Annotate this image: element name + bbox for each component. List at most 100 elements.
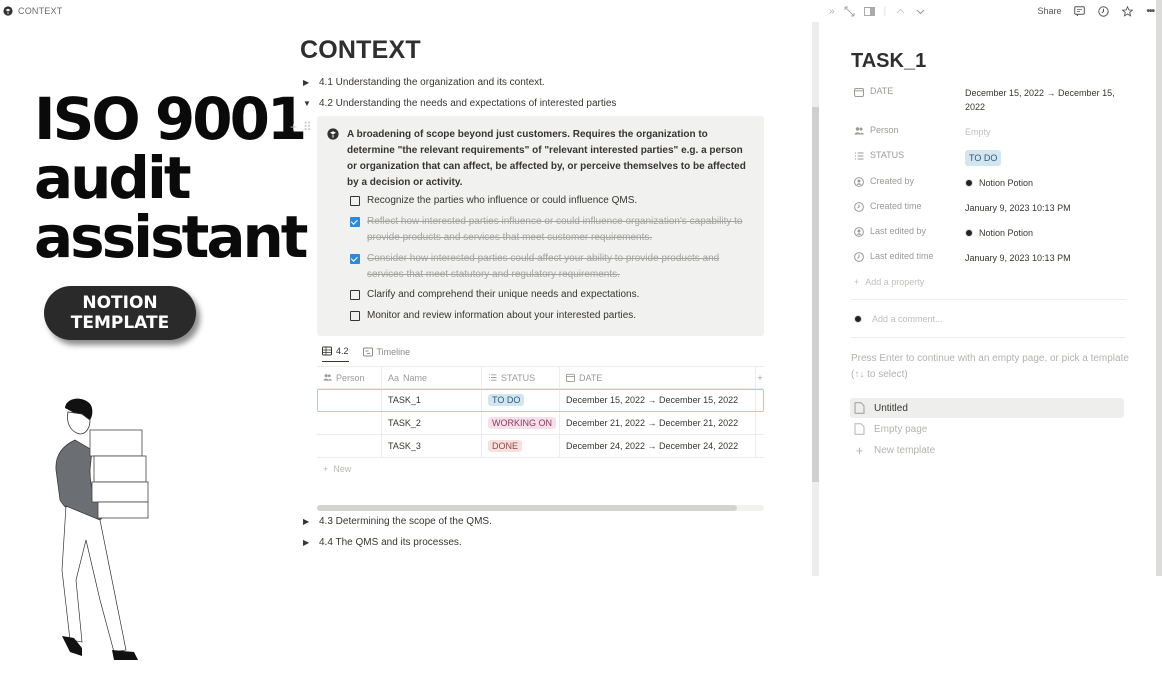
todo-item[interactable]: Reflect how interested parties influence… [350,214,750,246]
property-date[interactable]: DATE December 15, 2022 → December 15, 20… [854,86,1125,114]
cell-person[interactable] [317,435,382,457]
column-header-status[interactable]: STATUS [482,367,560,388]
calendar-icon [854,88,864,97]
todo-item[interactable]: Recognize the parties who influence or c… [350,193,750,209]
status-tag: TO DO [965,150,1002,166]
todo-text: Clarify and comprehend their unique need… [367,289,640,300]
toggle-collapsed-icon[interactable]: ▶ [303,78,311,87]
property-value[interactable]: Notion Potion [965,226,1125,240]
property-last-edited-by[interactable]: Last edited by Notion Potion [854,226,1125,240]
scrollbar-thumb[interactable] [317,505,737,511]
collapse-icon[interactable]: » [829,6,835,17]
table-row[interactable]: TASK_1 TO DO December 15, 2022 → Decembe… [317,389,764,412]
add-block-icon[interactable]: + [290,120,297,134]
add-property-button[interactable]: + Add a property [854,277,1054,287]
column-label: DATE [579,372,603,383]
template-option-empty-page[interactable]: Empty page [850,419,1124,439]
property-status[interactable]: STATUS TO DO [854,150,1125,166]
row-name: TASK_3 [388,441,421,451]
block-handle[interactable]: + ⠿ [290,120,312,134]
property-value[interactable]: December 15, 2022 → December 15, 2022 [965,86,1125,114]
toggle-4-1[interactable]: ▶ 4.1 Understanding the organization and… [303,77,545,88]
column-header-person[interactable]: Person [317,367,382,388]
divider [851,299,1126,300]
user-name: Notion Potion [979,228,1034,238]
cell-name[interactable]: TASK_3 [382,435,482,457]
comment-icon[interactable] [1074,5,1086,17]
scrollbar-thumb[interactable] [812,107,819,482]
plus-icon: + [855,442,864,458]
cell-date[interactable]: December 21, 2022 → December 21, 2022 [560,412,756,434]
cell-empty [756,435,764,457]
promo-title: ISO 9001 audit assistant [34,90,308,267]
table-icon [322,346,332,356]
checkbox-checked[interactable] [350,217,360,227]
share-button[interactable]: Share [1037,6,1061,16]
cell-status[interactable]: TO DO [482,389,560,411]
badge-line: TEMPLATE [70,313,170,333]
user-name: Notion Potion [979,178,1034,188]
checkbox[interactable] [350,290,360,300]
todo-item[interactable]: Consider how interested parties could af… [350,251,750,283]
property-value: January 9, 2023 10:13 PM [965,203,1071,213]
cell-status[interactable]: DONE [482,435,560,457]
property-value[interactable]: TO DO [965,150,1125,166]
tab-view-timeline[interactable]: Timeline [362,346,410,362]
cell-person[interactable] [317,412,382,434]
horizontal-scrollbar[interactable] [317,505,764,511]
peek-vertical-scrollbar[interactable] [1156,0,1162,576]
plus-icon: + [323,464,329,474]
peek-page-title[interactable]: TASK_1 [851,50,926,73]
new-template-button[interactable]: + New template [850,440,1124,460]
property-last-edited-time[interactable]: Last edited time January 9, 2023 10:13 P… [854,251,1125,265]
todo-item[interactable]: Monitor and review information about you… [350,308,750,324]
people-icon [323,374,332,381]
property-value[interactable]: Empty [965,125,1125,139]
star-icon[interactable] [1122,5,1134,17]
down-icon[interactable] [915,6,926,17]
up-icon[interactable] [895,6,906,17]
cell-date[interactable]: December 24, 2022 → December 24, 2022 [560,435,756,457]
new-row-button[interactable]: + New [317,458,764,480]
todo-item[interactable]: Clarify and comprehend their unique need… [350,287,750,303]
property-value[interactable]: Notion Potion [965,176,1125,190]
toggle-collapsed-icon[interactable]: ▶ [303,538,311,547]
cell-name[interactable]: TASK_2 [382,412,482,434]
history-icon[interactable] [1098,5,1110,17]
todo-text: Consider how interested parties could af… [367,253,720,280]
toggle-expanded-icon[interactable]: ▼ [303,99,311,108]
main-vertical-scrollbar[interactable] [812,22,819,576]
clock-icon [854,202,864,212]
cell-name[interactable]: TASK_1 [382,389,482,411]
cube-icon [3,6,13,16]
add-column-button[interactable]: + [756,367,764,388]
property-created-time[interactable]: Created time January 9, 2023 10:13 PM [854,201,1125,215]
breadcrumb[interactable]: CONTEXT [0,0,62,22]
table-row[interactable]: TASK_2 WORKING ON December 21, 2022 → De… [317,412,764,435]
expand-icon[interactable] [844,6,855,17]
table-row[interactable]: TASK_3 DONE December 24, 2022 → December… [317,435,764,458]
cell-person[interactable] [317,389,382,411]
toggle-4-3[interactable]: ▶ 4.3 Determining the scope of the QMS. [303,516,492,527]
toggle-collapsed-icon[interactable]: ▶ [303,517,311,526]
list-icon [488,374,497,381]
cell-status[interactable]: WORKING ON [482,412,560,434]
checkbox[interactable] [350,196,360,206]
property-person[interactable]: Person Empty [854,125,1125,139]
property-created-by[interactable]: Created by Notion Potion [854,176,1125,190]
checkbox-checked[interactable] [350,254,360,264]
more-icon[interactable]: ••• [1146,6,1154,17]
toggle-4-2[interactable]: ▼ 4.2 Understanding the needs and expect… [303,98,616,109]
column-header-date[interactable]: DATE [560,367,756,388]
checkbox[interactable] [350,311,360,321]
toggle-4-4[interactable]: ▶ 4.4 The QMS and its processes. [303,537,462,548]
sidepeek-icon[interactable] [863,6,875,17]
template-option-untitled[interactable]: Untitled [850,398,1124,418]
drag-handle-icon[interactable]: ⠿ [303,120,312,134]
cell-date[interactable]: December 15, 2022 → December 15, 2022 [560,389,756,411]
page-icon [854,402,865,414]
tab-view-4-2[interactable]: 4.2 [322,346,349,362]
comment-input[interactable]: Add a comment... [854,314,943,324]
status-tag: TO DO [488,394,525,406]
column-header-name[interactable]: Aa Name [382,367,482,388]
